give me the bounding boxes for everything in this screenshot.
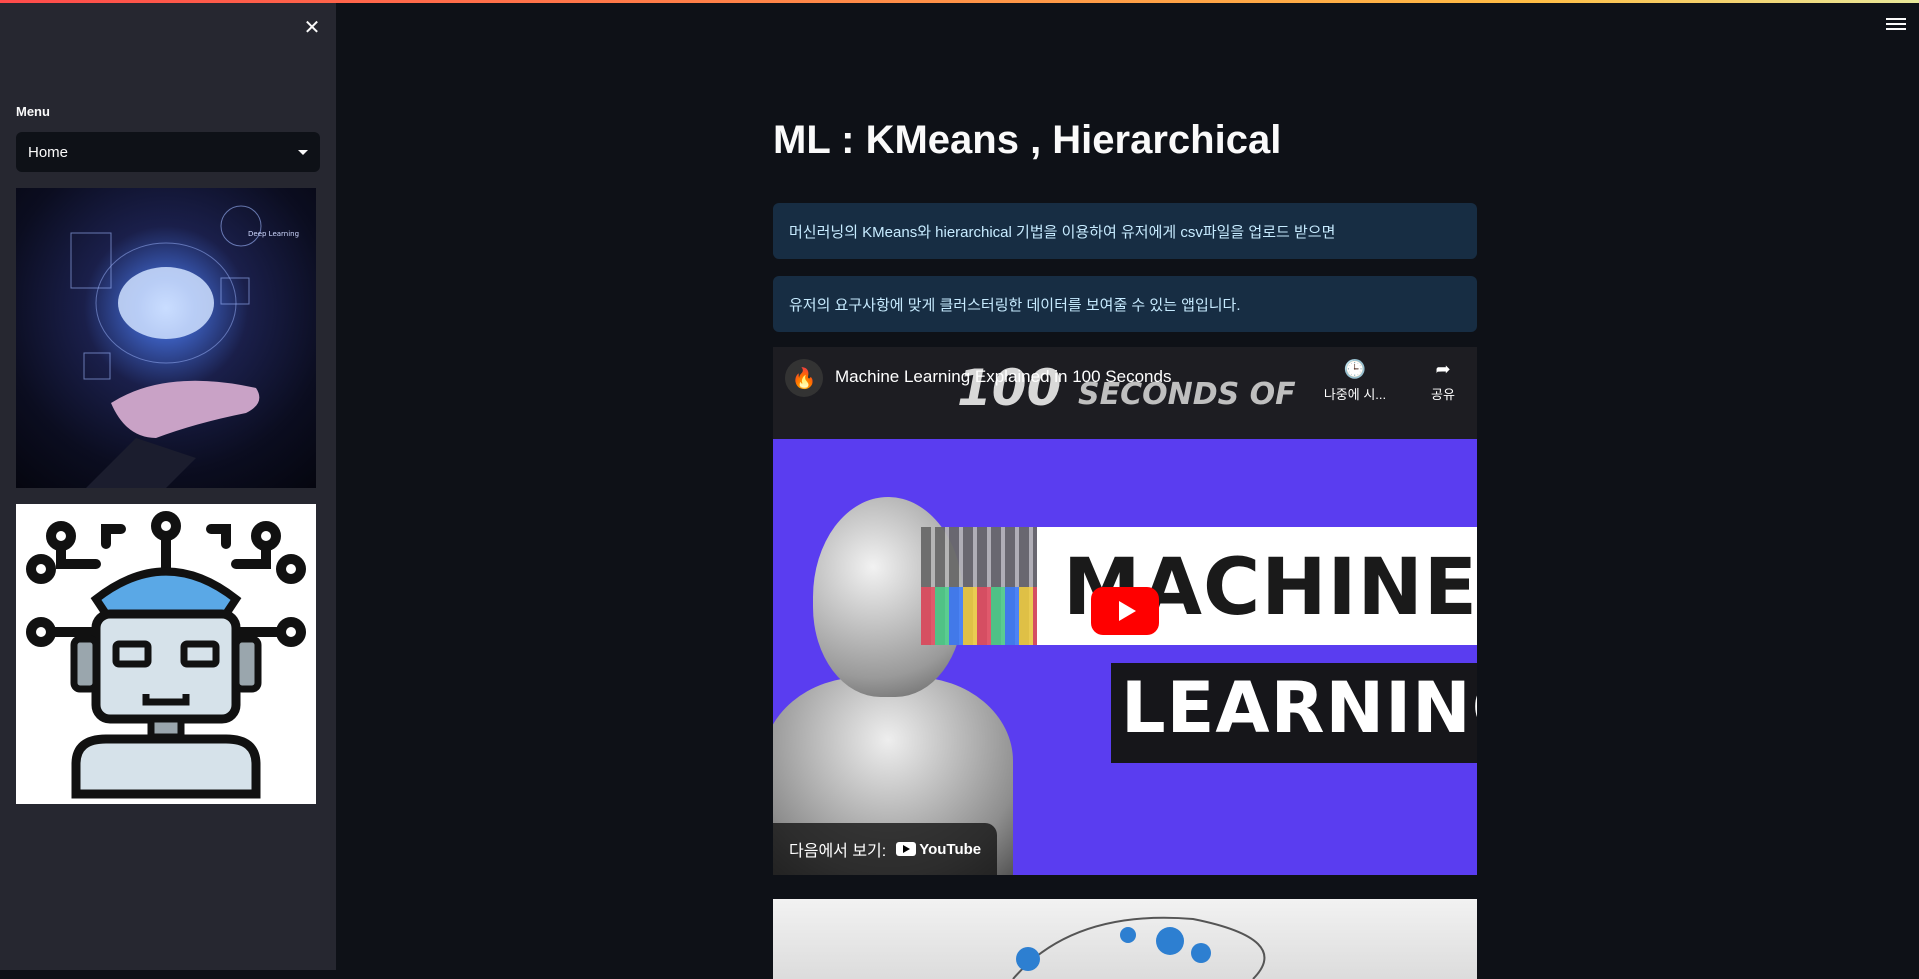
close-icon[interactable]: ✕: [300, 16, 324, 40]
youtube-logo-icon: YouTube: [896, 841, 981, 858]
brain-image-caption: Deep Learning: [248, 230, 299, 238]
chevron-down-icon: [298, 149, 308, 155]
menu-select[interactable]: Home: [16, 132, 320, 172]
sidebar: ✕ Menu Home Deep Learning: [0, 0, 336, 970]
robot-icon-image: [16, 504, 316, 804]
info-box-2: 유저의 요구사항에 맞게 클러스터링한 데이터를 보여줄 수 있는 앱입니다.: [773, 276, 1477, 332]
info-box-1: 머신러닝의 KMeans와 hierarchical 기법을 이용하여 유저에게…: [773, 203, 1477, 259]
share-label: 공유: [1431, 387, 1455, 402]
play-button[interactable]: [1091, 587, 1159, 635]
share-button[interactable]: ➦ 공유: [1403, 359, 1477, 403]
network-illustration-image: [773, 899, 1477, 979]
thumbnail-text-learning: LEARNING: [1121, 667, 1477, 749]
watch-on-youtube-button[interactable]: 다음에서 보기: YouTube: [773, 823, 998, 875]
feature-mosaic-color: [921, 587, 1037, 645]
page-title: ML : KMeans , Hierarchical: [773, 118, 1282, 162]
menu-select-value: Home: [28, 143, 69, 161]
info-text-1: 머신러닝의 KMeans와 hierarchical 기법을 이용하여 유저에게…: [789, 223, 1336, 241]
clock-icon: 🕒: [1343, 359, 1367, 379]
watch-later-label: 나중에 시...: [1323, 387, 1387, 402]
menu-label: Menu: [16, 104, 50, 119]
play-icon: [1118, 601, 1136, 621]
share-arrow-icon: ➦: [1435, 359, 1451, 379]
watch-later-button[interactable]: 🕒 나중에 시...: [1315, 359, 1395, 403]
top-decoration-bar: [0, 0, 1919, 3]
channel-flame-icon[interactable]: 🔥: [785, 359, 823, 397]
info-text-2: 유저의 요구사항에 맞게 클러스터링한 데이터를 보여줄 수 있는 앱입니다.: [789, 296, 1241, 314]
youtube-logo-text: YouTube: [919, 840, 982, 858]
hamburger-icon[interactable]: [1886, 18, 1906, 34]
watch-on-label: 다음에서 보기:: [789, 843, 887, 860]
youtube-video-embed[interactable]: MACHINE LEARNING 100 SECONDS OF 🔥 Machin…: [773, 347, 1477, 875]
brain-hand-image: Deep Learning: [16, 188, 316, 488]
video-title[interactable]: Machine Learning Explained in 100 Second…: [835, 367, 1171, 387]
